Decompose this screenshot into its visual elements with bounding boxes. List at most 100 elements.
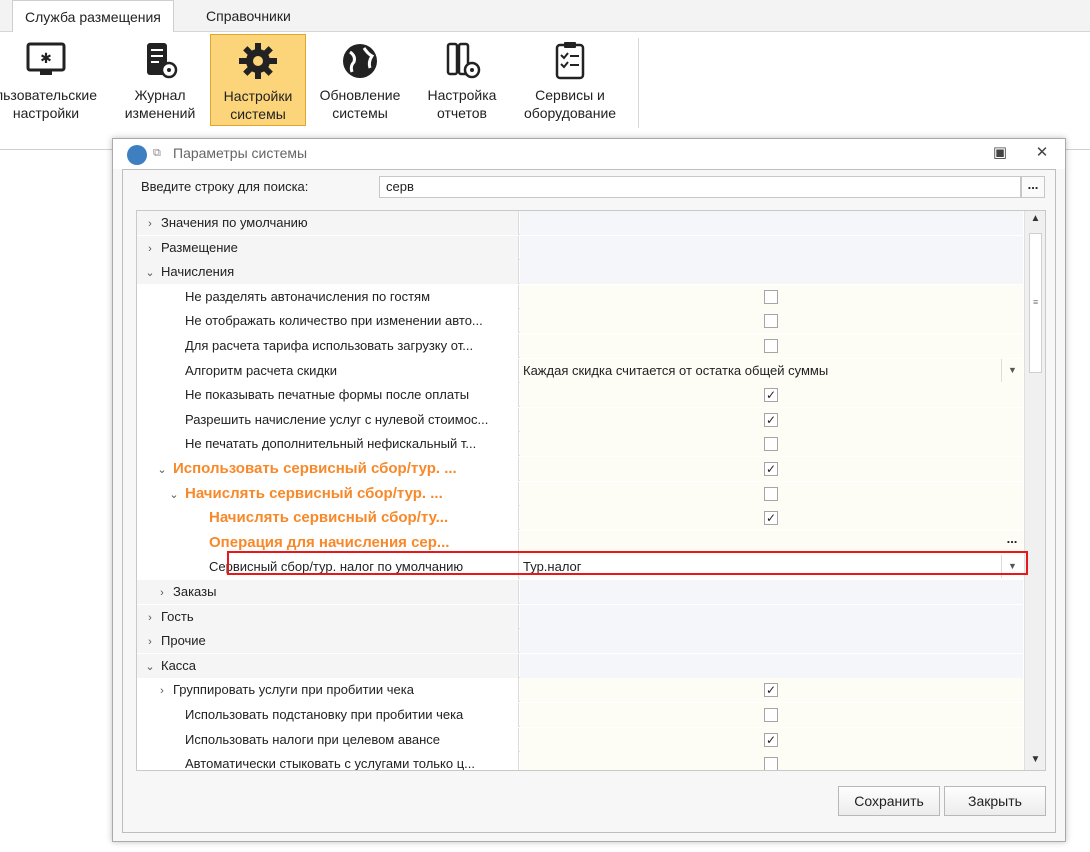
- grid-row[interactable]: › Прочие: [137, 629, 1023, 653]
- row-value-cell[interactable]: Каждая скидка считается от остатка общей…: [520, 359, 1023, 383]
- expand-chevron-icon[interactable]: ›: [155, 679, 169, 702]
- row-value-cell[interactable]: Тур.налог ▼: [520, 555, 1023, 579]
- report-settings-button[interactable]: Настройка отчетов: [414, 34, 510, 126]
- grid-row[interactable]: › Заказы: [137, 580, 1023, 604]
- row-value-cell[interactable]: [520, 285, 1023, 309]
- row-value-cell[interactable]: ✓: [520, 506, 1023, 530]
- row-value-cell[interactable]: ✓: [520, 408, 1023, 432]
- grid-row[interactable]: › Размещение: [137, 236, 1023, 260]
- grid-row[interactable]: Не отображать количество при изменении а…: [137, 309, 1023, 333]
- close-icon[interactable]: ✕: [1031, 143, 1053, 161]
- collapse-chevron-icon[interactable]: ⌄: [167, 483, 181, 506]
- scroll-down-icon[interactable]: ▼: [1025, 754, 1045, 765]
- grid-row[interactable]: Разрешить начисление услуг с нулевой сто…: [137, 408, 1023, 432]
- user-settings-label: льзовательские настройки: [0, 87, 98, 121]
- checkbox-checked[interactable]: ✓: [764, 733, 778, 747]
- checkbox-unchecked[interactable]: [764, 290, 778, 304]
- grid-row[interactable]: Алгоритм расчета скидки Каждая скидка счи…: [137, 359, 1023, 383]
- row-value-cell[interactable]: ✓: [520, 383, 1023, 407]
- dropdown-value: Каждая скидка считается от остатка общей…: [523, 363, 829, 378]
- dropdown-arrow-icon[interactable]: ▼: [1001, 359, 1023, 382]
- grid-row[interactable]: › Гость: [137, 605, 1023, 629]
- row-label: Операция для начисления сер...: [209, 534, 450, 551]
- row-value-cell[interactable]: [520, 432, 1023, 456]
- vertical-scrollbar[interactable]: ▲ ≡ ▼: [1024, 211, 1045, 770]
- checkbox-unchecked[interactable]: [764, 339, 778, 353]
- checkbox-unchecked[interactable]: [764, 757, 778, 770]
- expand-chevron-icon[interactable]: ›: [143, 630, 157, 653]
- row-value-cell[interactable]: ✓: [520, 457, 1023, 481]
- scroll-thumb[interactable]: ≡: [1029, 233, 1042, 373]
- row-value-cell[interactable]: ✓: [520, 678, 1023, 702]
- expand-chevron-icon[interactable]: ›: [155, 581, 169, 604]
- system-parameters-dialog: ⧉ Параметры системы ▣ ✕ Введите строку д…: [112, 138, 1066, 842]
- ellipsis-button[interactable]: ...: [1001, 531, 1023, 554]
- checkbox-checked[interactable]: ✓: [764, 462, 778, 476]
- monitor-settings-icon: ✱: [26, 42, 66, 75]
- grid-row[interactable]: Не показывать печатные формы после оплат…: [137, 383, 1023, 407]
- grid-row[interactable]: › Группировать услуги при пробитии чека ✓: [137, 678, 1023, 702]
- grid-row[interactable]: ⌄ Начисления: [137, 260, 1023, 284]
- maximize-icon[interactable]: ▣: [989, 143, 1011, 161]
- checkbox-unchecked[interactable]: [764, 708, 778, 722]
- expand-chevron-icon[interactable]: ›: [143, 212, 157, 235]
- row-value-cell: [520, 654, 1023, 678]
- row-name-cell: ⌄ Использовать сервисный сбор/тур. ...: [137, 457, 519, 481]
- checkbox-checked[interactable]: ✓: [764, 683, 778, 697]
- row-value-cell[interactable]: ✓: [520, 728, 1023, 752]
- collapse-chevron-icon[interactable]: ⌄: [155, 458, 169, 481]
- grid-row[interactable]: Автоматически стыковать с услугами тольк…: [137, 752, 1023, 770]
- report-binders-gear-icon: [446, 42, 481, 79]
- restore-small-icon: ⧉: [153, 147, 161, 159]
- row-label: Заказы: [173, 584, 217, 599]
- row-value-cell[interactable]: [520, 482, 1023, 506]
- grid-row[interactable]: ⌄ Использовать сервисный сбор/тур. ... ✓: [137, 457, 1023, 481]
- save-button[interactable]: Сохранить: [838, 786, 940, 816]
- menu-item-directories[interactable]: Справочники: [194, 0, 303, 32]
- checkbox-checked[interactable]: ✓: [764, 388, 778, 402]
- change-journal-label: Журнал изменений: [124, 87, 196, 121]
- row-label: Начисления: [161, 264, 235, 279]
- grid-row[interactable]: ⌄ Касса: [137, 654, 1023, 678]
- row-name-cell: ⌄ Касса: [137, 654, 519, 678]
- expand-chevron-icon[interactable]: ›: [143, 237, 157, 260]
- menu-item-placement-service[interactable]: Служба размещения: [12, 0, 174, 32]
- grid-row[interactable]: Начислять сервисный сбор/ту... ✓: [137, 506, 1023, 530]
- grid-row[interactable]: Не разделять автоначисления по гостям: [137, 285, 1023, 309]
- grid-row[interactable]: ⌄ Начислять сервисный сбор/тур. ...: [137, 482, 1023, 506]
- checkbox-checked[interactable]: ✓: [764, 511, 778, 525]
- collapse-chevron-icon[interactable]: ⌄: [143, 261, 157, 284]
- services-equipment-label: Сервисы и оборудование: [523, 87, 617, 121]
- services-equipment-button[interactable]: Сервисы и оборудование: [516, 34, 624, 126]
- grid-row[interactable]: Операция для начисления сер......: [137, 531, 1023, 555]
- checkbox-unchecked[interactable]: [764, 487, 778, 501]
- checkbox-unchecked[interactable]: [764, 314, 778, 328]
- change-journal-button[interactable]: Журнал изменений: [112, 34, 208, 126]
- row-value-cell[interactable]: [520, 703, 1023, 727]
- dialog-titlebar[interactable]: ⧉ Параметры системы ▣ ✕: [113, 139, 1065, 169]
- collapse-chevron-icon[interactable]: ⌄: [143, 655, 157, 678]
- gear-icon: [239, 43, 277, 79]
- checkbox-checked[interactable]: ✓: [764, 413, 778, 427]
- scroll-up-icon[interactable]: ▲: [1025, 213, 1045, 224]
- grid-row[interactable]: › Значения по умолчанию: [137, 211, 1023, 235]
- grid-row[interactable]: Использовать подстановку при пробитии че…: [137, 703, 1023, 727]
- search-more-button[interactable]: ...: [1021, 176, 1045, 198]
- checkbox-unchecked[interactable]: [764, 437, 778, 451]
- grid-row[interactable]: Сервисный сбор/тур. налог по умолчанию Ту…: [137, 555, 1023, 579]
- dropdown-arrow-icon[interactable]: ▼: [1001, 555, 1023, 578]
- close-button[interactable]: Закрыть: [944, 786, 1046, 816]
- system-settings-button[interactable]: Настройки системы: [210, 34, 306, 126]
- row-value-cell[interactable]: ...: [520, 531, 1023, 555]
- expand-chevron-icon[interactable]: ›: [143, 606, 157, 629]
- row-value-cell[interactable]: [520, 334, 1023, 358]
- row-value-cell[interactable]: [520, 309, 1023, 333]
- search-input[interactable]: серв: [379, 176, 1021, 198]
- grid-row[interactable]: Для расчета тарифа использовать загрузку…: [137, 334, 1023, 358]
- grid-row[interactable]: Не печатать дополнительный нефискальный …: [137, 432, 1023, 456]
- user-settings-button[interactable]: ✱ льзовательские настройки: [0, 34, 106, 126]
- row-value-cell: [520, 605, 1023, 629]
- grid-row[interactable]: Использовать налоги при целевом авансе ✓: [137, 728, 1023, 752]
- row-value-cell[interactable]: [520, 752, 1023, 770]
- system-update-button[interactable]: Обновление системы: [312, 34, 408, 126]
